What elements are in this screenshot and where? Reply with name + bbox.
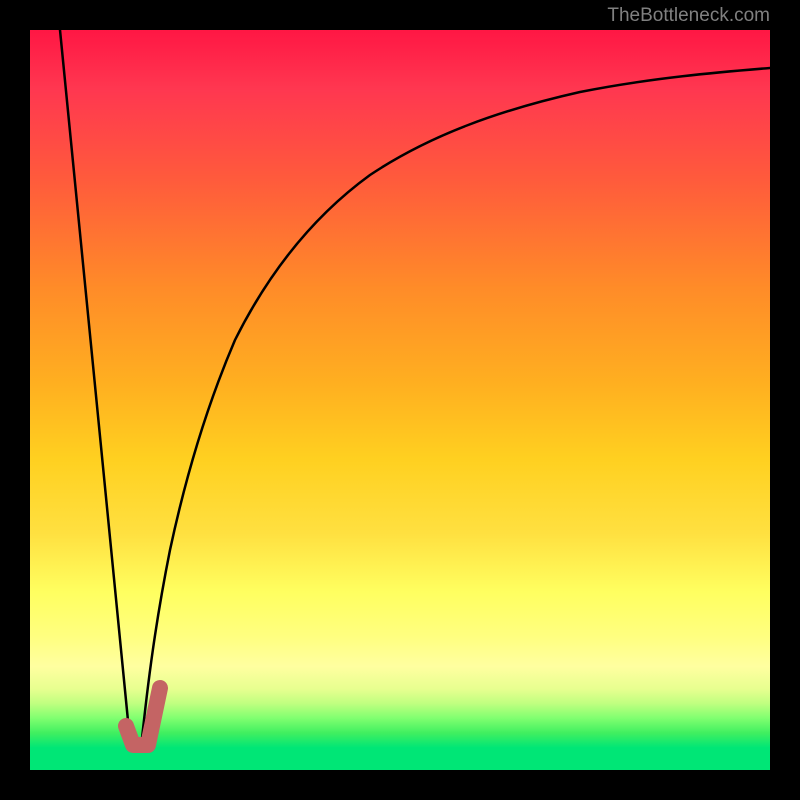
marker-j-shape xyxy=(126,688,160,745)
line-descending xyxy=(60,30,130,741)
line-curve xyxy=(141,68,770,748)
chart-area xyxy=(30,30,770,770)
chart-lines-svg xyxy=(30,30,770,770)
watermark-text: TheBottleneck.com xyxy=(607,5,770,27)
